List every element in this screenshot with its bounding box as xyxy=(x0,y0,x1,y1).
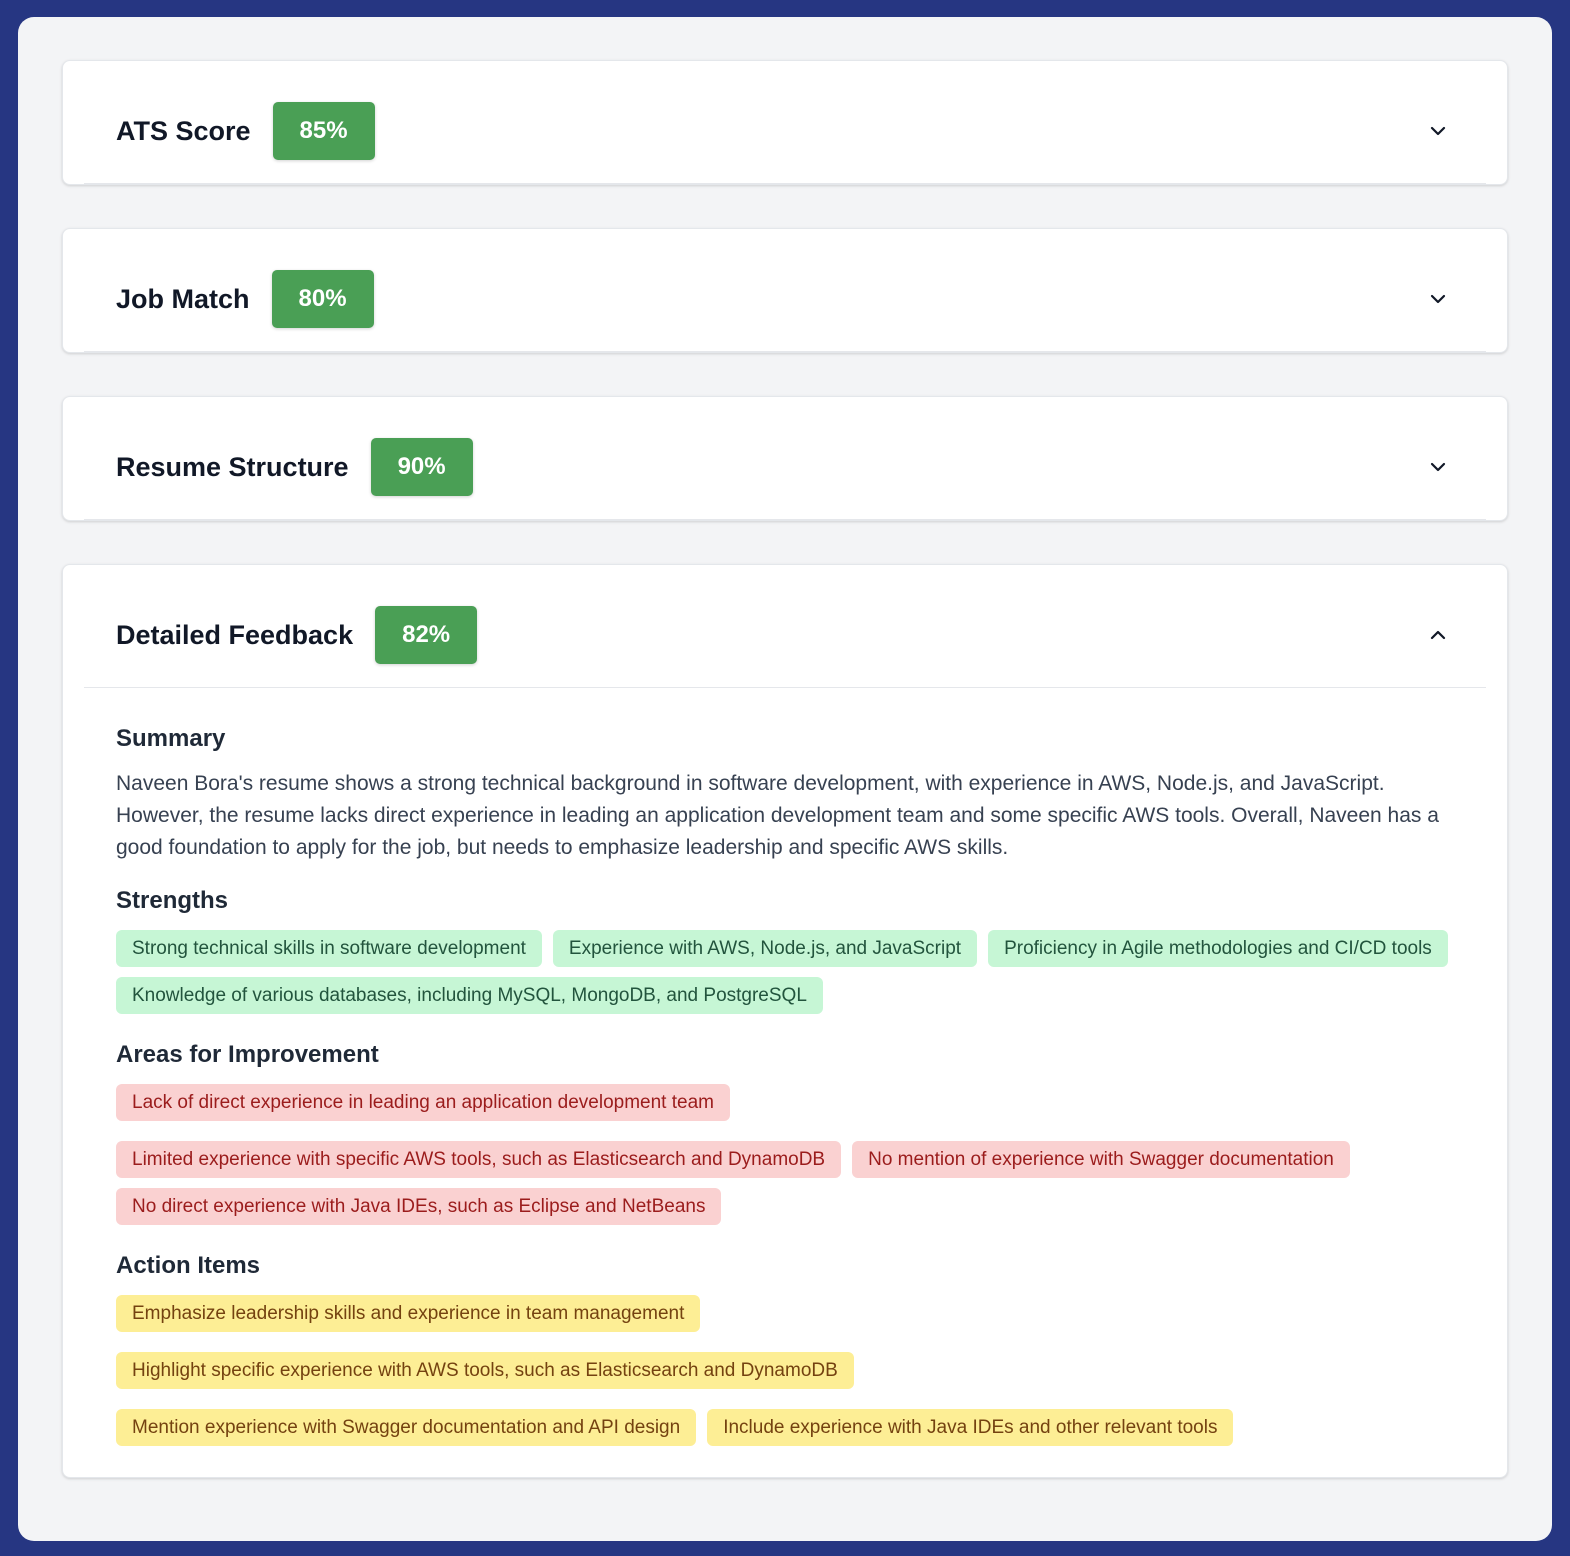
card-title-text: Detailed Feedback xyxy=(116,619,354,650)
strengths-list: Strong technical skills in software deve… xyxy=(116,930,1456,1014)
score-badge: 82% xyxy=(375,606,478,664)
improvement-tag: Lack of direct experience in leading an … xyxy=(116,1084,730,1121)
score-badge: 90% xyxy=(370,438,473,496)
chevron-down-icon[interactable] xyxy=(1428,121,1448,141)
actions-list: Emphasize leadership skills and experien… xyxy=(116,1295,1456,1446)
card-resume-structure-header[interactable]: Resume Structure 90% xyxy=(84,397,1486,520)
action-tag: Emphasize leadership skills and experien… xyxy=(116,1295,701,1332)
strength-tag: Proficiency in Agile methodologies and C… xyxy=(988,930,1448,967)
improvements-list: Lack of direct experience in leading an … xyxy=(116,1084,1456,1225)
card-title-text: ATS Score xyxy=(116,115,251,146)
card-title: Resume Structure 90% xyxy=(116,438,473,496)
card-detailed-feedback: Detailed Feedback 82% Summary Naveen Bor… xyxy=(62,564,1508,1478)
strength-tag: Strong technical skills in software deve… xyxy=(116,930,542,967)
chevron-down-icon[interactable] xyxy=(1428,457,1448,477)
card-job-match-header[interactable]: Job Match 80% xyxy=(84,229,1486,352)
card-detailed-feedback-header[interactable]: Detailed Feedback 82% xyxy=(84,565,1486,688)
card-title-text: Resume Structure xyxy=(116,451,349,482)
chevron-up-icon[interactable] xyxy=(1428,625,1448,645)
content-panel: ATS Score 85% Job Match 80% Resume Struc… xyxy=(18,17,1552,1541)
card-title-text: Job Match xyxy=(116,283,250,314)
score-badge: 85% xyxy=(272,102,375,160)
action-tag: Highlight specific experience with AWS t… xyxy=(116,1352,854,1389)
score-badge: 80% xyxy=(271,270,374,328)
summary-text: Naveen Bora's resume shows a strong tech… xyxy=(116,772,1439,859)
chevron-down-icon[interactable] xyxy=(1428,289,1448,309)
card-title: Job Match 80% xyxy=(116,270,374,328)
card-ats-score: ATS Score 85% xyxy=(62,60,1508,185)
strengths-title: Strengths xyxy=(116,887,229,914)
improvement-tag: No mention of experience with Swagger do… xyxy=(852,1141,1350,1178)
card-job-match: Job Match 80% xyxy=(62,228,1508,353)
card-ats-score-header[interactable]: ATS Score 85% xyxy=(84,61,1486,184)
feedback-body: Summary Naveen Bora's resume shows a str… xyxy=(63,688,1507,1446)
strength-tag: Experience with AWS, Node.js, and JavaSc… xyxy=(552,930,978,967)
card-title: ATS Score 85% xyxy=(116,102,375,160)
improvements-title: Areas for Improvement xyxy=(116,1041,379,1068)
card-title: Detailed Feedback 82% xyxy=(116,606,478,664)
card-resume-structure: Resume Structure 90% xyxy=(62,396,1508,521)
summary-title: Summary xyxy=(116,725,226,752)
strength-tag: Knowledge of various databases, includin… xyxy=(116,977,823,1014)
action-tag: Include experience with Java IDEs and ot… xyxy=(707,1409,1234,1446)
actions-title: Action Items xyxy=(116,1252,261,1279)
action-tag: Mention experience with Swagger document… xyxy=(116,1409,697,1446)
improvement-tag: Limited experience with specific AWS too… xyxy=(116,1141,842,1178)
improvement-tag: No direct experience with Java IDEs, suc… xyxy=(116,1188,722,1225)
